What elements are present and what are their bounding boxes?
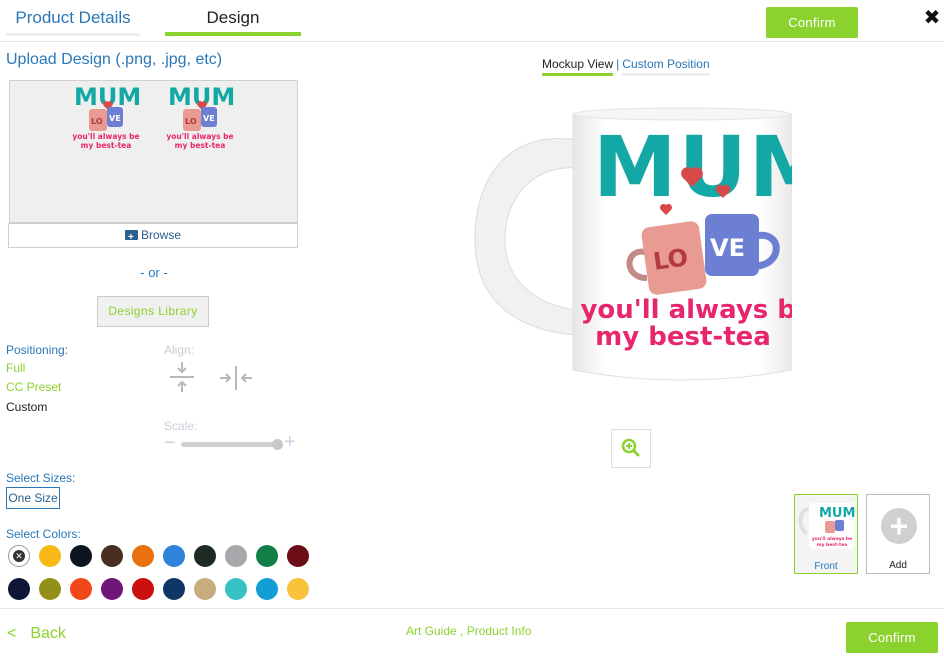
color-swatch-none[interactable]: ✕ — [8, 545, 30, 567]
mockup-mug-left-text: LO — [651, 243, 689, 276]
color-swatch[interactable] — [132, 545, 154, 567]
browse-button[interactable]: Browse — [8, 223, 298, 249]
color-swatch[interactable] — [225, 545, 247, 567]
size-option-one-size[interactable]: One Size — [6, 487, 60, 509]
uploaded-design-preview: MUM LO VE you'll always be my best-tea M… — [72, 83, 235, 150]
scale-increase-button[interactable]: + — [284, 432, 296, 452]
thumb-line1: you'll always be — [812, 536, 852, 542]
color-swatch[interactable] — [39, 578, 61, 600]
mockup-line1: you'll always be — [580, 295, 805, 325]
product-info-link[interactable]: Product Info — [467, 624, 532, 638]
color-swatch[interactable] — [256, 578, 278, 600]
color-swatch[interactable] — [101, 578, 123, 600]
footer-links: Art Guide , Product Info — [406, 624, 531, 638]
positioning-option-cc-preset[interactable]: CC Preset — [6, 380, 61, 394]
folder-plus-icon — [124, 226, 138, 249]
mockup-mug-right-text: VE — [710, 234, 745, 262]
confirm-button-top[interactable]: Confirm — [766, 7, 858, 38]
thumb-word: MUM — [819, 506, 855, 521]
browse-label: Browse — [140, 228, 181, 242]
color-swatch[interactable] — [287, 545, 309, 567]
design-mug-right-text-2: VE — [203, 114, 215, 123]
close-icon[interactable]: ✖ — [921, 5, 943, 31]
upload-preview-area[interactable]: MUM LO VE you'll always be my best-tea M… — [9, 80, 298, 223]
color-swatch[interactable] — [163, 545, 185, 567]
design-line2: my best-tea — [81, 141, 132, 150]
add-icon: + — [881, 508, 917, 544]
color-swatch[interactable] — [132, 578, 154, 600]
design-line1-2: you'll always be — [166, 132, 233, 141]
designs-library-button[interactable]: Designs Library — [97, 296, 209, 327]
zoom-in-button[interactable] — [611, 429, 651, 468]
align-vertical-center-icon[interactable] — [168, 360, 196, 394]
align-label: Align: — [164, 343, 195, 357]
add-view-label: Add — [889, 560, 907, 571]
tab-custom-position[interactable]: Custom Position — [622, 57, 710, 76]
tab-product-details[interactable]: Product Details — [6, 0, 140, 36]
scale-label: Scale: — [164, 419, 198, 433]
mockup-word: MUM — [593, 118, 805, 216]
zoom-in-icon — [621, 438, 640, 457]
design-line2-2: my best-tea — [175, 141, 226, 150]
thumbnail-front[interactable]: MUM you'll always be my best-tea Front — [794, 494, 858, 574]
design-mug-right-text: VE — [109, 114, 121, 123]
scale-slider-handle[interactable] — [272, 439, 283, 450]
thumb-line2: my best-tea — [817, 542, 847, 548]
design-mug-left-text: LO — [91, 117, 103, 126]
color-swatch[interactable] — [287, 578, 309, 600]
add-view-button[interactable]: + Add — [866, 494, 930, 574]
view-toggle: Mockup View | Custom Position — [542, 57, 710, 76]
scale-decrease-button[interactable]: − — [164, 433, 176, 453]
tab-design[interactable]: Design — [165, 0, 301, 36]
back-label: Back — [30, 625, 66, 642]
color-swatch[interactable] — [101, 545, 123, 567]
thumbnail-front-image: MUM you'll always be my best-tea — [798, 503, 855, 549]
align-horizontal-center-icon[interactable] — [218, 364, 254, 392]
positioning-option-full[interactable]: Full — [6, 361, 25, 375]
scale-slider-track[interactable] — [181, 442, 277, 447]
color-swatch[interactable] — [194, 578, 216, 600]
mug-mockup: MUM LO VE you'll always be my best-tea — [474, 100, 805, 400]
color-swatch[interactable] — [163, 578, 185, 600]
positioning-option-custom[interactable]: Custom — [6, 400, 47, 414]
art-guide-link[interactable]: Art Guide — [406, 624, 457, 638]
color-swatch[interactable] — [225, 578, 247, 600]
confirm-button-bottom[interactable]: Confirm — [846, 622, 938, 653]
close-icon: ✕ — [13, 550, 25, 562]
mockup-line2: my best-tea — [595, 322, 771, 352]
color-swatch[interactable] — [70, 545, 92, 567]
positioning-label: Positioning: — [6, 343, 69, 357]
color-swatch[interactable] — [70, 578, 92, 600]
color-swatch[interactable] — [256, 545, 278, 567]
select-sizes-label: Select Sizes: — [6, 471, 76, 485]
design-line1: you'll always be — [72, 132, 139, 141]
back-button[interactable]: < Back — [7, 625, 66, 643]
or-separator: - or - — [140, 265, 168, 280]
footer-link-separator: , — [456, 624, 467, 638]
footer-divider — [0, 608, 944, 609]
header-divider — [0, 41, 944, 42]
design-mug-left-text-2: LO — [185, 117, 197, 126]
color-swatch[interactable] — [194, 545, 216, 567]
select-colors-label: Select Colors: — [6, 527, 81, 541]
thumbnail-front-label: Front — [814, 561, 838, 572]
view-separator: | — [616, 57, 620, 71]
color-swatch[interactable] — [39, 545, 61, 567]
tab-mockup-view[interactable]: Mockup View — [542, 57, 614, 76]
chevron-left-icon: < — [7, 625, 17, 642]
color-swatch[interactable] — [8, 578, 30, 600]
upload-design-title: Upload Design (.png, .jpg, etc) — [6, 51, 223, 68]
